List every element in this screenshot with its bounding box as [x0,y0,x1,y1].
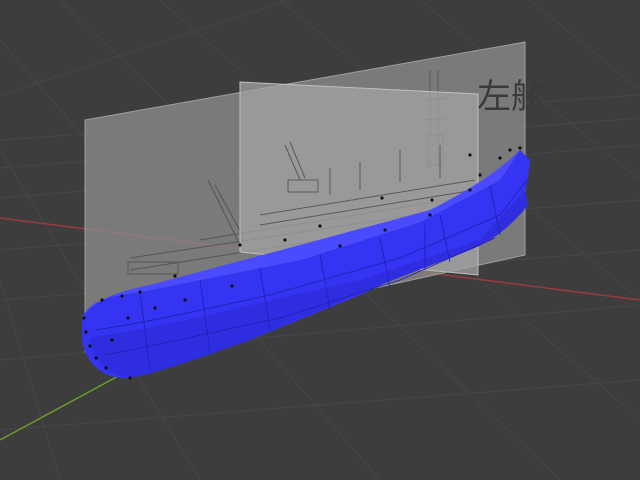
viewport-canvas[interactable]: 左舷 [0,0,640,480]
3d-viewport[interactable]: 左舷 [0,0,640,480]
reference-side-label: 左舷 [477,77,545,117]
